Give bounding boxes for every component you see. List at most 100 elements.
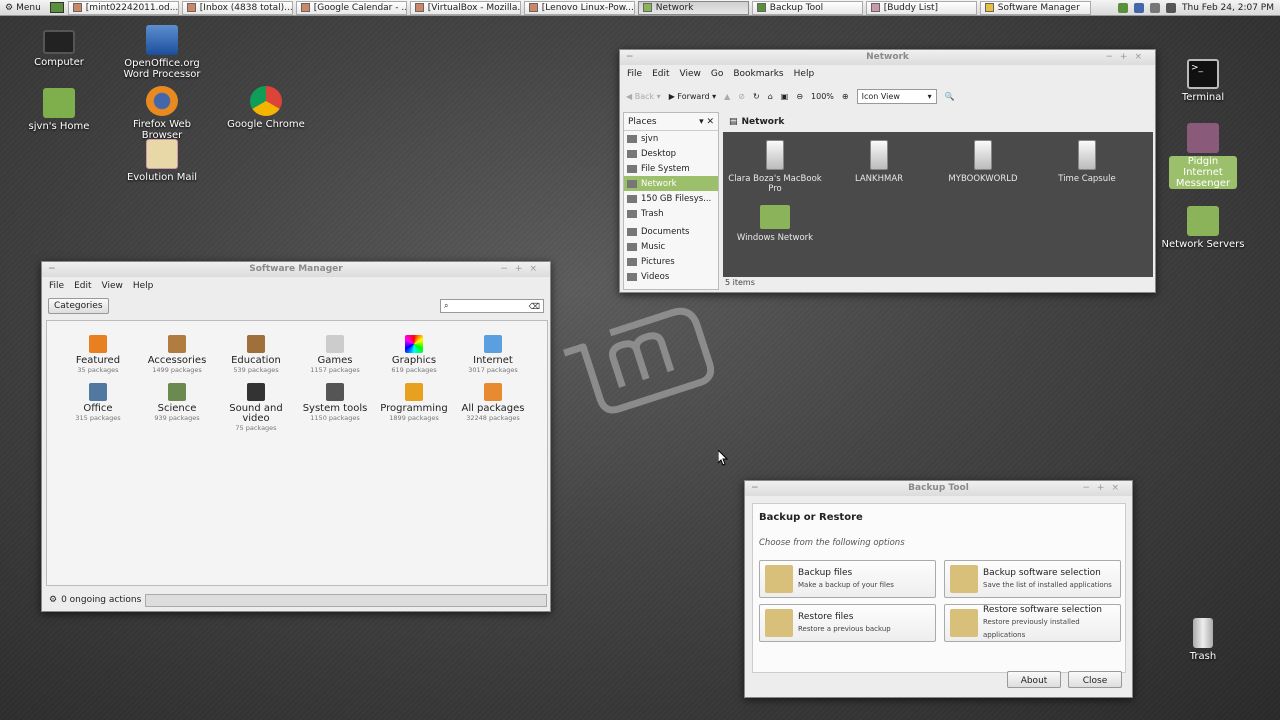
zoom-in-icon[interactable]: ⊕: [842, 92, 849, 101]
network-item-mybookworld[interactable]: MYBOOKWORLD: [931, 140, 1035, 184]
window-menu-icon[interactable]: −: [626, 50, 634, 65]
up-icon[interactable]: ▲: [724, 92, 730, 101]
network-item-timecapsule[interactable]: Time Capsule: [1035, 140, 1139, 184]
menu-edit[interactable]: Edit: [651, 68, 670, 80]
close-button[interactable]: Close: [1068, 671, 1122, 688]
taskbar-item-network[interactable]: Network: [637, 0, 749, 15]
backup-software-button[interactable]: Backup software selection Save the list o…: [944, 560, 1121, 598]
mail-icon: [186, 3, 196, 12]
taskbar-item-lenovo[interactable]: [Lenovo Linux-Pow...: [523, 0, 635, 15]
network-item-macbook[interactable]: Clara Boza's MacBook Pro: [723, 140, 827, 194]
window-controls[interactable]: −+×: [1105, 50, 1149, 65]
backup-titlebar[interactable]: − Backup Tool −+×: [745, 481, 1132, 496]
show-desktop-icon[interactable]: [49, 2, 64, 13]
desktop-icon-terminal[interactable]: >_ Terminal: [1153, 59, 1253, 103]
clear-icon[interactable]: ⌫: [529, 302, 540, 311]
menu-file[interactable]: File: [48, 280, 65, 292]
software-manager-titlebar[interactable]: − Software Manager −+×: [42, 262, 550, 277]
search-input[interactable]: ⌕ ⌫: [440, 299, 544, 313]
menu-go[interactable]: Go: [710, 68, 724, 80]
desktop-icon-network-servers[interactable]: Network Servers: [1153, 206, 1253, 250]
network-item-lankhmar[interactable]: LANKHMAR: [827, 140, 931, 184]
pen-icon[interactable]: [1150, 2, 1160, 13]
window-menu-icon[interactable]: −: [48, 262, 56, 277]
category-programming[interactable]: Programming 1899 packages: [374, 383, 454, 423]
clock[interactable]: Thu Feb 24, 2:07 PM: [1182, 3, 1274, 13]
place-sjvn[interactable]: sjvn: [624, 131, 718, 146]
desktop-icon-firefox[interactable]: Firefox Web Browser: [112, 86, 212, 141]
category-education[interactable]: Education 539 packages: [216, 335, 296, 375]
network-icon[interactable]: [1134, 2, 1144, 13]
backup-files-button[interactable]: Backup files Make a backup of your files: [759, 560, 936, 598]
taskbar-item-buddylist[interactable]: [Buddy List]: [865, 0, 977, 15]
place-filesystem[interactable]: File System: [624, 161, 718, 176]
place-150gb[interactable]: 150 GB Filesys...: [624, 191, 718, 206]
volume-icon[interactable]: [1166, 2, 1176, 13]
menu-view[interactable]: View: [679, 68, 702, 80]
network-item-windows[interactable]: Windows Network: [723, 205, 827, 243]
menu-help[interactable]: Help: [132, 280, 155, 292]
places-sidebar: Places ▾ ✕ sjvn Desktop File System Netw…: [623, 112, 719, 290]
category-office[interactable]: Office 315 packages: [58, 383, 138, 423]
ongoing-actions[interactable]: 0 ongoing actions: [61, 595, 141, 605]
home-icon[interactable]: ⌂: [768, 92, 773, 101]
desktop-icon-openoffice[interactable]: OpenOffice.org Word Processor: [112, 25, 212, 80]
update-shield-icon[interactable]: [1118, 2, 1128, 13]
category-science[interactable]: Science 939 packages: [137, 383, 217, 423]
category-all-packages[interactable]: All packages 32248 packages: [453, 383, 533, 423]
place-videos[interactable]: Videos: [624, 269, 718, 284]
category-graphics[interactable]: Graphics 619 packages: [374, 335, 454, 375]
taskbar-item-calendar[interactable]: [Google Calendar - ...: [295, 0, 407, 15]
zoom-out-icon[interactable]: ⊖: [796, 92, 803, 101]
stop-icon[interactable]: ⊘: [738, 92, 745, 101]
category-system-tools[interactable]: System tools 1150 packages: [295, 383, 375, 423]
categories-button[interactable]: Categories: [48, 298, 109, 314]
category-games[interactable]: Games 1157 packages: [295, 335, 375, 375]
about-button[interactable]: About: [1007, 671, 1061, 688]
place-network[interactable]: Network: [624, 176, 718, 191]
network-titlebar[interactable]: − Network −+×: [620, 50, 1155, 65]
taskbar-item-backup[interactable]: Backup Tool: [751, 0, 863, 15]
desktop-icon-home[interactable]: sjvn's Home: [9, 88, 109, 132]
taskbar-item-virtualbox[interactable]: [VirtualBox - Mozilla...: [409, 0, 521, 15]
desktop-icon-evolution[interactable]: Evolution Mail: [112, 139, 212, 183]
category-internet[interactable]: Internet 3017 packages: [453, 335, 533, 375]
window-controls[interactable]: −+×: [1082, 481, 1126, 496]
restore-files-button[interactable]: Restore files Restore a previous backup: [759, 604, 936, 642]
back-button[interactable]: ◀ Back ▾: [626, 92, 661, 101]
menu-edit[interactable]: Edit: [73, 280, 92, 292]
category-accessories[interactable]: Accessories 1499 packages: [137, 335, 217, 375]
desktop-icon-chrome[interactable]: Google Chrome: [216, 86, 316, 130]
place-documents[interactable]: Documents: [624, 224, 718, 239]
place-trash[interactable]: Trash: [624, 206, 718, 221]
desktop-icon-computer[interactable]: Computer: [9, 30, 109, 68]
restore-software-button[interactable]: Restore software selection Restore previo…: [944, 604, 1121, 642]
desktop-icon-trash[interactable]: Trash: [1153, 618, 1253, 662]
category-sound-video[interactable]: Sound and video 75 packages: [216, 383, 296, 433]
computer-icon[interactable]: ▣: [781, 92, 789, 101]
reload-icon[interactable]: ↻: [753, 92, 760, 101]
window-menu-icon[interactable]: −: [751, 481, 759, 496]
desktop-icon-pidgin[interactable]: Pidgin Internet Messenger: [1153, 123, 1253, 189]
location-bar[interactable]: ▤ Network: [723, 112, 1153, 132]
taskbar-item-inbox[interactable]: [Inbox (4838 total)...: [181, 0, 293, 15]
place-music[interactable]: Music: [624, 239, 718, 254]
place-desktop[interactable]: Desktop: [624, 146, 718, 161]
window-controls[interactable]: −+×: [500, 262, 544, 277]
taskbar-item-openoffice[interactable]: [mint02242011.od...: [67, 0, 179, 15]
place-pictures[interactable]: Pictures: [624, 254, 718, 269]
main-menu-button[interactable]: ⚙ Menu: [0, 0, 46, 16]
menu-bookmarks[interactable]: Bookmarks: [732, 68, 784, 80]
backup-files-icon: [765, 565, 793, 593]
taskbar-item-softwaremanager[interactable]: Software Manager: [979, 0, 1091, 15]
menu-view[interactable]: View: [101, 280, 124, 292]
forward-button[interactable]: ▶ Forward ▾: [669, 92, 716, 101]
search-icon[interactable]: 🔍: [945, 92, 955, 101]
all-packages-icon: [484, 383, 502, 401]
view-mode-select[interactable]: Icon View ▾: [856, 88, 937, 104]
places-controls[interactable]: ▾ ✕: [699, 117, 714, 127]
category-featured[interactable]: Featured 35 packages: [58, 335, 138, 375]
menu-file[interactable]: File: [626, 68, 643, 80]
pidgin-label: Pidgin Internet Messenger: [1169, 156, 1237, 189]
menu-help[interactable]: Help: [793, 68, 816, 80]
